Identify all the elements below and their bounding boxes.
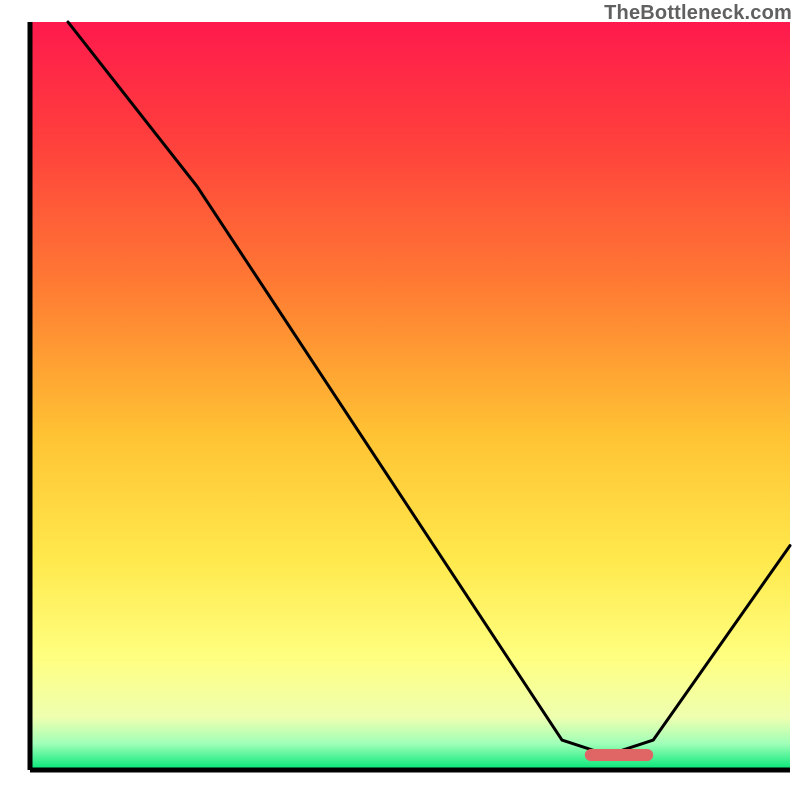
plot-background [30, 22, 790, 770]
chart-svg [0, 0, 800, 800]
watermark-text: TheBottleneck.com [604, 2, 792, 25]
optimum-marker [585, 749, 653, 761]
bottleneck-chart: TheBottleneck.com [0, 0, 800, 800]
